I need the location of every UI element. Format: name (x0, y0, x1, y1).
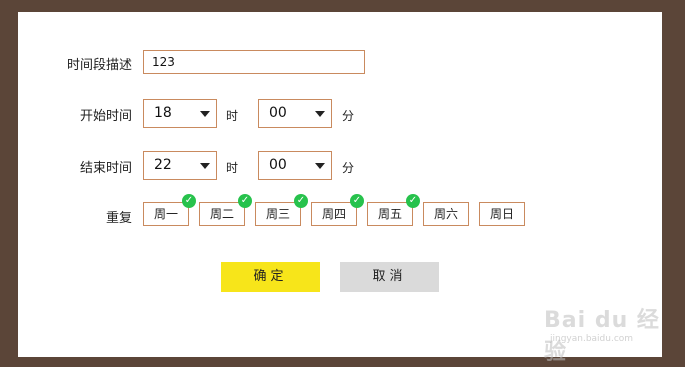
start-minute-select[interactable]: 00 (258, 99, 332, 128)
end-minute-select[interactable]: 00 (258, 151, 332, 180)
cancel-button[interactable]: 取消 (340, 262, 439, 292)
chevron-down-icon (200, 163, 210, 169)
check-icon: ✓ (406, 194, 420, 208)
check-icon: ✓ (294, 194, 308, 208)
day-toggle-tue[interactable]: 周二 ✓ (199, 194, 252, 226)
day-label: 周六 (433, 207, 458, 221)
start-time-label: 开始时间 (79, 109, 132, 124)
minute-unit-label: 分 (342, 161, 355, 175)
confirm-button[interactable]: 确定 (221, 262, 320, 292)
chevron-down-icon (315, 111, 325, 117)
start-hour-value: 18 (154, 105, 172, 121)
time-period-dialog: 时间段描述 开始时间 18 时 00 分 结束时间 22 时 00 分 重复 周… (18, 12, 662, 365)
chevron-down-icon (200, 111, 210, 117)
check-icon: ✓ (350, 194, 364, 208)
end-hour-select[interactable]: 22 (143, 151, 217, 180)
check-icon: ✓ (182, 194, 196, 208)
day-toggle-sat[interactable]: 周六 (423, 202, 469, 226)
end-minute-value: 00 (269, 157, 287, 173)
hour-unit-label: 时 (226, 161, 239, 175)
day-label: 周四 (321, 207, 346, 221)
day-label: 周日 (489, 207, 514, 221)
repeat-label: 重复 (105, 211, 132, 226)
check-icon: ✓ (238, 194, 252, 208)
watermark-url: jingyan.baidu.com (550, 334, 634, 344)
day-label: 周三 (265, 207, 290, 221)
day-toggle-mon[interactable]: 周一 ✓ (143, 194, 196, 226)
description-input[interactable] (143, 50, 365, 74)
chevron-down-icon (315, 163, 325, 169)
day-label: 周一 (153, 207, 178, 221)
day-toggle-wed[interactable]: 周三 ✓ (255, 194, 308, 226)
day-toggle-sun[interactable]: 周日 (479, 202, 525, 226)
day-label: 周二 (209, 207, 234, 221)
day-toggle-thu[interactable]: 周四 ✓ (311, 194, 364, 226)
end-time-label: 结束时间 (79, 161, 132, 176)
day-toggle-fri[interactable]: 周五 ✓ (367, 194, 420, 226)
hour-unit-label: 时 (226, 109, 239, 123)
description-label: 时间段描述 (66, 58, 132, 73)
day-label: 周五 (377, 207, 402, 221)
minute-unit-label: 分 (342, 109, 355, 123)
start-minute-value: 00 (269, 105, 287, 121)
start-hour-select[interactable]: 18 (143, 99, 217, 128)
end-hour-value: 22 (154, 157, 172, 173)
